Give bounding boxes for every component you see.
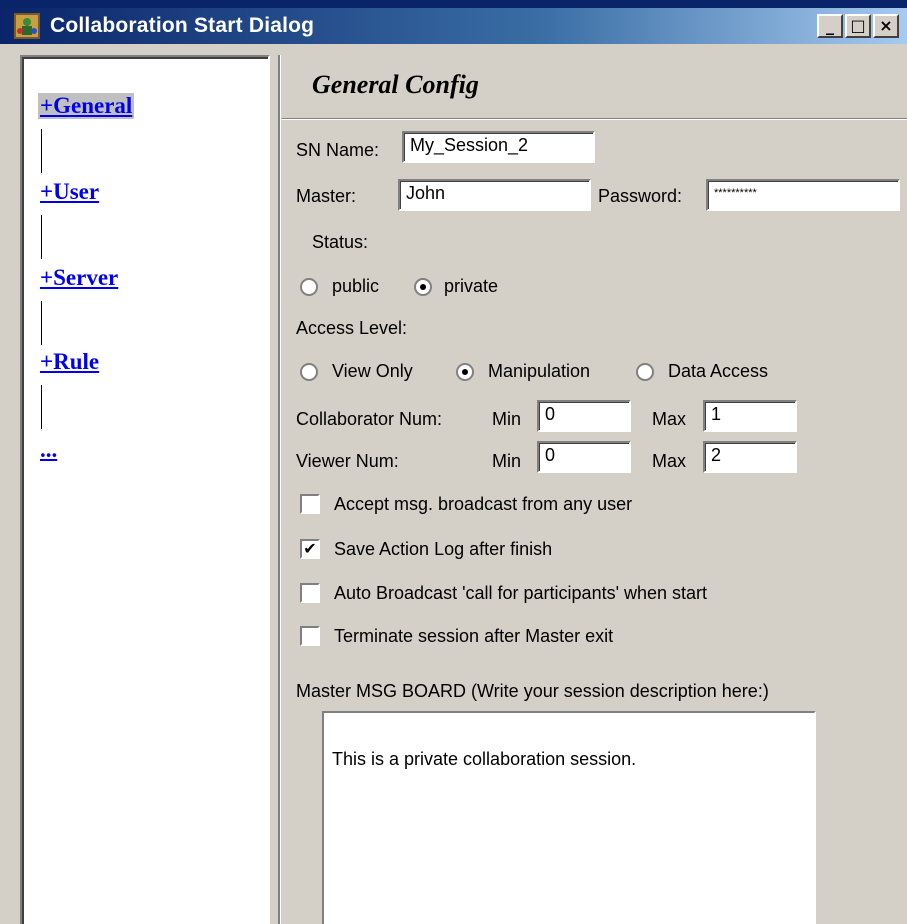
terminate-session-label[interactable]: Terminate session after Master exit: [334, 626, 613, 647]
collaborator-max-label: Max: [652, 409, 687, 429]
minimize-button[interactable]: _: [817, 14, 843, 38]
terminate-session-checkbox[interactable]: [300, 626, 320, 646]
collaborator-min-label: Min: [492, 409, 522, 429]
collaborator-max-value: 1: [711, 404, 722, 424]
app-icon: [14, 13, 40, 39]
accept-broadcast-checkbox[interactable]: [300, 494, 320, 514]
tree-connector: [41, 129, 42, 173]
msg-board-textarea[interactable]: This is a private collaboration session.: [322, 711, 816, 924]
status-label: Status:: [312, 232, 369, 252]
collaborator-num-label: Collaborator Num:: [296, 409, 443, 429]
access-manipulation-radio[interactable]: [456, 363, 474, 381]
title-bar: Collaboration Start Dialog _ □ ×: [0, 0, 907, 44]
tree-connector: [41, 385, 42, 429]
pane-divider[interactable]: [278, 55, 281, 924]
config-heading: General Config: [312, 70, 479, 99]
accept-broadcast-label[interactable]: Accept msg. broadcast from any user: [334, 494, 632, 515]
status-public-radio[interactable]: [300, 278, 318, 296]
access-manipulation-label[interactable]: Manipulation: [488, 361, 590, 382]
window-title: Collaboration Start Dialog: [50, 14, 315, 37]
msg-board-text: This is a private collaboration session.: [332, 749, 637, 769]
auto-broadcast-label[interactable]: Auto Broadcast 'call for participants' w…: [334, 583, 707, 604]
nav-item-user[interactable]: +User: [40, 179, 99, 205]
sn-name-input[interactable]: My_Session_2: [402, 131, 595, 163]
viewer-num-label: Viewer Num:: [296, 451, 399, 471]
maximize-button[interactable]: □: [845, 14, 871, 38]
status-private-label[interactable]: private: [444, 276, 498, 297]
viewer-max-value: 2: [711, 445, 722, 465]
close-button[interactable]: ×: [873, 14, 899, 38]
master-label: Master:: [296, 186, 357, 206]
tree-connector: [41, 301, 42, 345]
checkmark-icon: ✔: [303, 539, 317, 558]
save-action-log-checkbox[interactable]: ✔: [300, 539, 320, 559]
access-level-label: Access Level:: [296, 318, 408, 338]
access-data-access-radio[interactable]: [636, 363, 654, 381]
heading-rule: [282, 118, 907, 120]
password-label: Password:: [598, 186, 683, 206]
nav-item-more[interactable]: ...: [40, 437, 57, 463]
viewer-min-input[interactable]: 0: [537, 441, 631, 473]
msg-board-label: Master MSG BOARD (Write your session des…: [296, 681, 769, 701]
access-view-only-label[interactable]: View Only: [332, 361, 413, 382]
collaborator-max-input[interactable]: 1: [703, 400, 797, 432]
tree-connector: [41, 215, 42, 259]
collaborator-min-input[interactable]: 0: [537, 400, 631, 432]
viewer-min-value: 0: [545, 445, 556, 465]
status-public-label[interactable]: public: [332, 276, 379, 297]
auto-broadcast-checkbox[interactable]: [300, 583, 320, 603]
viewer-min-label: Min: [492, 451, 522, 471]
save-action-log-label[interactable]: Save Action Log after finish: [334, 539, 552, 560]
sn-name-label: SN Name:: [296, 140, 380, 160]
viewer-max-label: Max: [652, 451, 687, 471]
sn-name-value: My_Session_2: [410, 135, 529, 155]
master-value: John: [406, 183, 446, 203]
access-data-access-label[interactable]: Data Access: [668, 361, 768, 382]
viewer-max-input[interactable]: 2: [703, 441, 797, 473]
nav-item-server[interactable]: +Server: [40, 265, 118, 291]
nav-tree-panel: +General +User +Server +Rule ...: [20, 55, 270, 924]
status-private-radio[interactable]: [414, 278, 432, 296]
nav-item-rule[interactable]: +Rule: [40, 349, 99, 375]
master-input[interactable]: John: [398, 179, 591, 211]
password-value: **********: [714, 187, 757, 199]
collaborator-min-value: 0: [545, 404, 556, 424]
password-input[interactable]: **********: [706, 179, 900, 211]
access-view-only-radio[interactable]: [300, 363, 318, 381]
nav-item-general[interactable]: +General: [38, 93, 135, 119]
